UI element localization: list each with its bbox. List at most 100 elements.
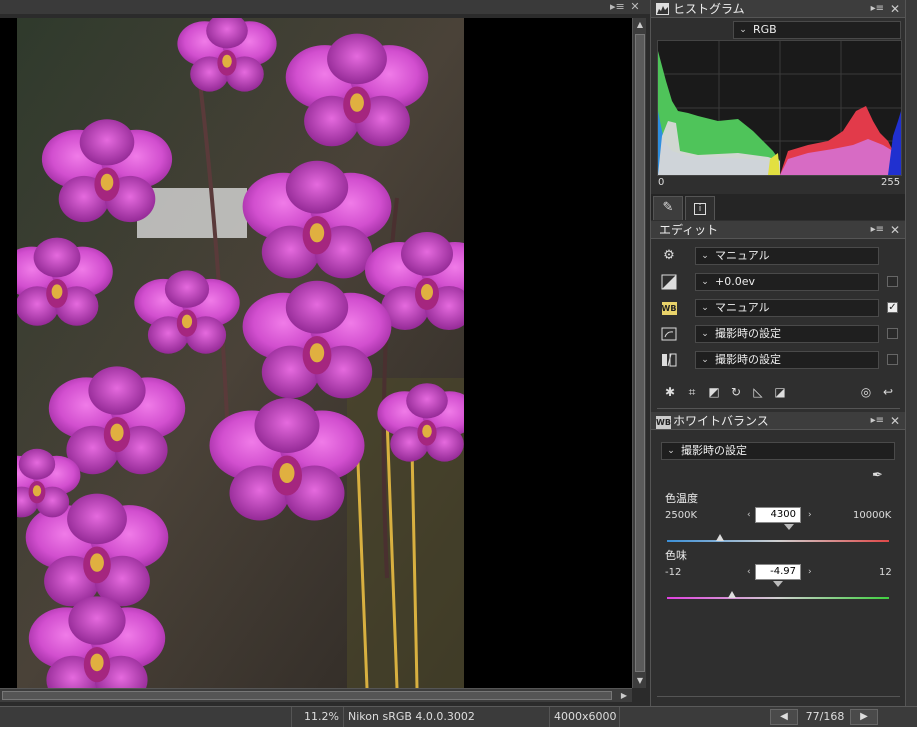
wb-preset-value: 撮影時の設定 — [681, 444, 747, 457]
histogram-close-icon[interactable]: ✕ — [890, 0, 900, 18]
hscroll-thumb[interactable] — [2, 691, 612, 700]
white-balance-title: ホワイトバランス — [673, 414, 769, 428]
exposure-icon[interactable] — [661, 274, 677, 290]
scroll-down-icon[interactable]: ▼ — [633, 674, 647, 688]
status-bar: 11.2% Nikon sRGB 4.0.0.3002 4000x6000 ◀ … — [0, 706, 917, 727]
zoom-level: 11.2% — [292, 707, 344, 727]
wb-mode-select[interactable]: ⌄ マニュアル — [695, 299, 879, 317]
picture-control-value: 撮影時の設定 — [715, 327, 781, 340]
gear-icon[interactable]: ⚙ — [661, 248, 677, 264]
viewer-horizontal-scrollbar[interactable]: ▶ — [0, 688, 632, 702]
histogram-min-label: 0 — [658, 177, 665, 188]
pencil-icon: ✎ — [662, 200, 674, 215]
temperature-min: 2500K — [665, 510, 698, 521]
tint-increase-icon[interactable]: › — [808, 567, 812, 577]
scroll-up-icon[interactable]: ▲ — [633, 18, 647, 32]
levels-icon[interactable]: ◩ — [705, 383, 723, 401]
viewer-close-icon[interactable]: ✕ — [628, 0, 642, 14]
exposure-select[interactable]: ⌄ +0.0ev — [695, 273, 879, 291]
viewer-title-bar: ▸≡ ✕ — [0, 0, 650, 14]
wb-checkbox[interactable]: ✓ — [887, 302, 898, 313]
chevron-down-icon: ⌄ — [701, 251, 709, 261]
wb-title-badge: WB — [656, 416, 671, 429]
history-icon[interactable]: ◎ — [857, 383, 875, 401]
viewer-menu-icon[interactable]: ▸≡ — [610, 0, 625, 14]
undo-icon[interactable]: ↩ — [879, 383, 897, 401]
wb-icon[interactable]: WB — [661, 300, 677, 316]
temperature-default-marker — [784, 524, 794, 530]
divider — [657, 408, 900, 409]
edit-row-exposure: ⌄ +0.0ev — [659, 271, 899, 293]
color-profile: Nikon sRGB 4.0.0.3002 — [344, 707, 550, 727]
straighten-icon[interactable]: ◺ — [749, 383, 767, 401]
picture-control-checkbox[interactable] — [887, 328, 898, 339]
edit-row-white-balance: WB ⌄ マニュアル ✓ — [659, 297, 899, 319]
temperature-decrease-icon[interactable]: ‹ — [747, 510, 751, 520]
exposure-value: +0.0ev — [715, 275, 755, 288]
chevron-down-icon: ⌄ — [701, 355, 709, 365]
viewer-vertical-scrollbar[interactable]: ▲ ▼ — [632, 18, 646, 688]
wb-close-icon[interactable]: ✕ — [890, 412, 900, 430]
tint-label: 色味 — [665, 549, 687, 562]
histogram-menu-icon[interactable]: ▸≡ — [871, 0, 884, 18]
white-balance-title-bar: WB ホワイトバランス ▸≡ ✕ — [651, 412, 906, 430]
wb-menu-icon[interactable]: ▸≡ — [871, 412, 884, 430]
noise-reduction-icon[interactable]: ✱ — [661, 383, 679, 401]
next-image-button[interactable]: ▶ — [850, 709, 878, 725]
picture-control-icon[interactable] — [661, 326, 677, 342]
edit-menu-icon[interactable]: ▸≡ — [871, 221, 884, 239]
tab-info[interactable]: i — [685, 196, 715, 220]
wb-preset-select[interactable]: ⌄ 撮影時の設定 — [661, 442, 895, 460]
photo-orchids[interactable] — [17, 18, 464, 688]
edit-row-picture-control: ⌄ 撮影時の設定 — [659, 323, 899, 345]
histogram-title: ヒストグラム — [673, 2, 745, 16]
tab-edit[interactable]: ✎ — [653, 196, 683, 220]
scroll-right-icon[interactable]: ▶ — [618, 689, 630, 703]
right-panel-scrollbar[interactable] — [905, 0, 917, 706]
d-lighting-select[interactable]: ⌄ 撮影時の設定 — [695, 351, 879, 369]
edit-title: エディット — [659, 223, 719, 237]
histogram-max-label: 255 — [881, 177, 901, 188]
preset-select[interactable]: ⌄ マニュアル — [695, 247, 879, 265]
rotate-icon[interactable]: ↻ — [727, 383, 745, 401]
eyedropper-icon[interactable]: ✒ — [872, 468, 883, 483]
edit-toolbar: ✱ ⌗ ◩ ↻ ◺ ◪ ◎ ↩ — [661, 383, 901, 403]
d-lighting-icon[interactable] — [661, 352, 677, 368]
chevron-down-icon: ⌄ — [701, 303, 709, 313]
prev-image-button[interactable]: ◀ — [770, 709, 798, 725]
tint-min: -12 — [665, 567, 682, 578]
d-lighting-checkbox[interactable] — [887, 354, 898, 365]
bottom-strip — [0, 727, 917, 733]
tint-track[interactable] — [667, 588, 889, 599]
tint-input[interactable]: -4.97 — [755, 564, 801, 580]
tint-max: 12 — [879, 567, 892, 578]
temperature-label: 色温度 — [665, 492, 698, 505]
orchid-photo-image — [17, 18, 464, 688]
curves-icon[interactable]: ◪ — [771, 383, 789, 401]
temperature-max: 10000K — [853, 510, 892, 521]
info-icon: i — [694, 203, 706, 215]
wb-badge-small: WB — [661, 302, 677, 315]
image-position: 77/168 — [805, 710, 845, 723]
tint-decrease-icon[interactable]: ‹ — [747, 567, 751, 577]
tint-default-marker — [773, 581, 783, 587]
edit-close-icon[interactable]: ✕ — [890, 221, 900, 239]
chevron-down-icon: ⌄ — [739, 25, 747, 35]
preset-value: マニュアル — [715, 249, 770, 262]
picture-control-select[interactable]: ⌄ 撮影時の設定 — [695, 325, 879, 343]
wb-icon: WB — [656, 414, 671, 429]
edit-row-preset: ⚙ ⌄ マニュアル — [659, 245, 899, 267]
histogram-title-bar: ヒストグラム ▸≡ ✕ — [651, 0, 906, 18]
tint-slider-knob[interactable] — [728, 591, 737, 598]
exposure-checkbox[interactable] — [887, 276, 898, 287]
chevron-down-icon: ⌄ — [667, 446, 675, 456]
crop-icon[interactable]: ⌗ — [683, 383, 701, 401]
temperature-input[interactable]: 4300 — [755, 507, 801, 523]
status-empty — [0, 707, 292, 727]
histogram-channel-select[interactable]: ⌄ RGB — [733, 21, 901, 39]
temperature-slider-knob[interactable] — [716, 534, 725, 541]
scroll-thumb[interactable] — [635, 34, 645, 672]
temperature-track[interactable] — [667, 531, 889, 542]
temperature-increase-icon[interactable]: › — [808, 510, 812, 520]
chevron-down-icon: ⌄ — [701, 329, 709, 339]
